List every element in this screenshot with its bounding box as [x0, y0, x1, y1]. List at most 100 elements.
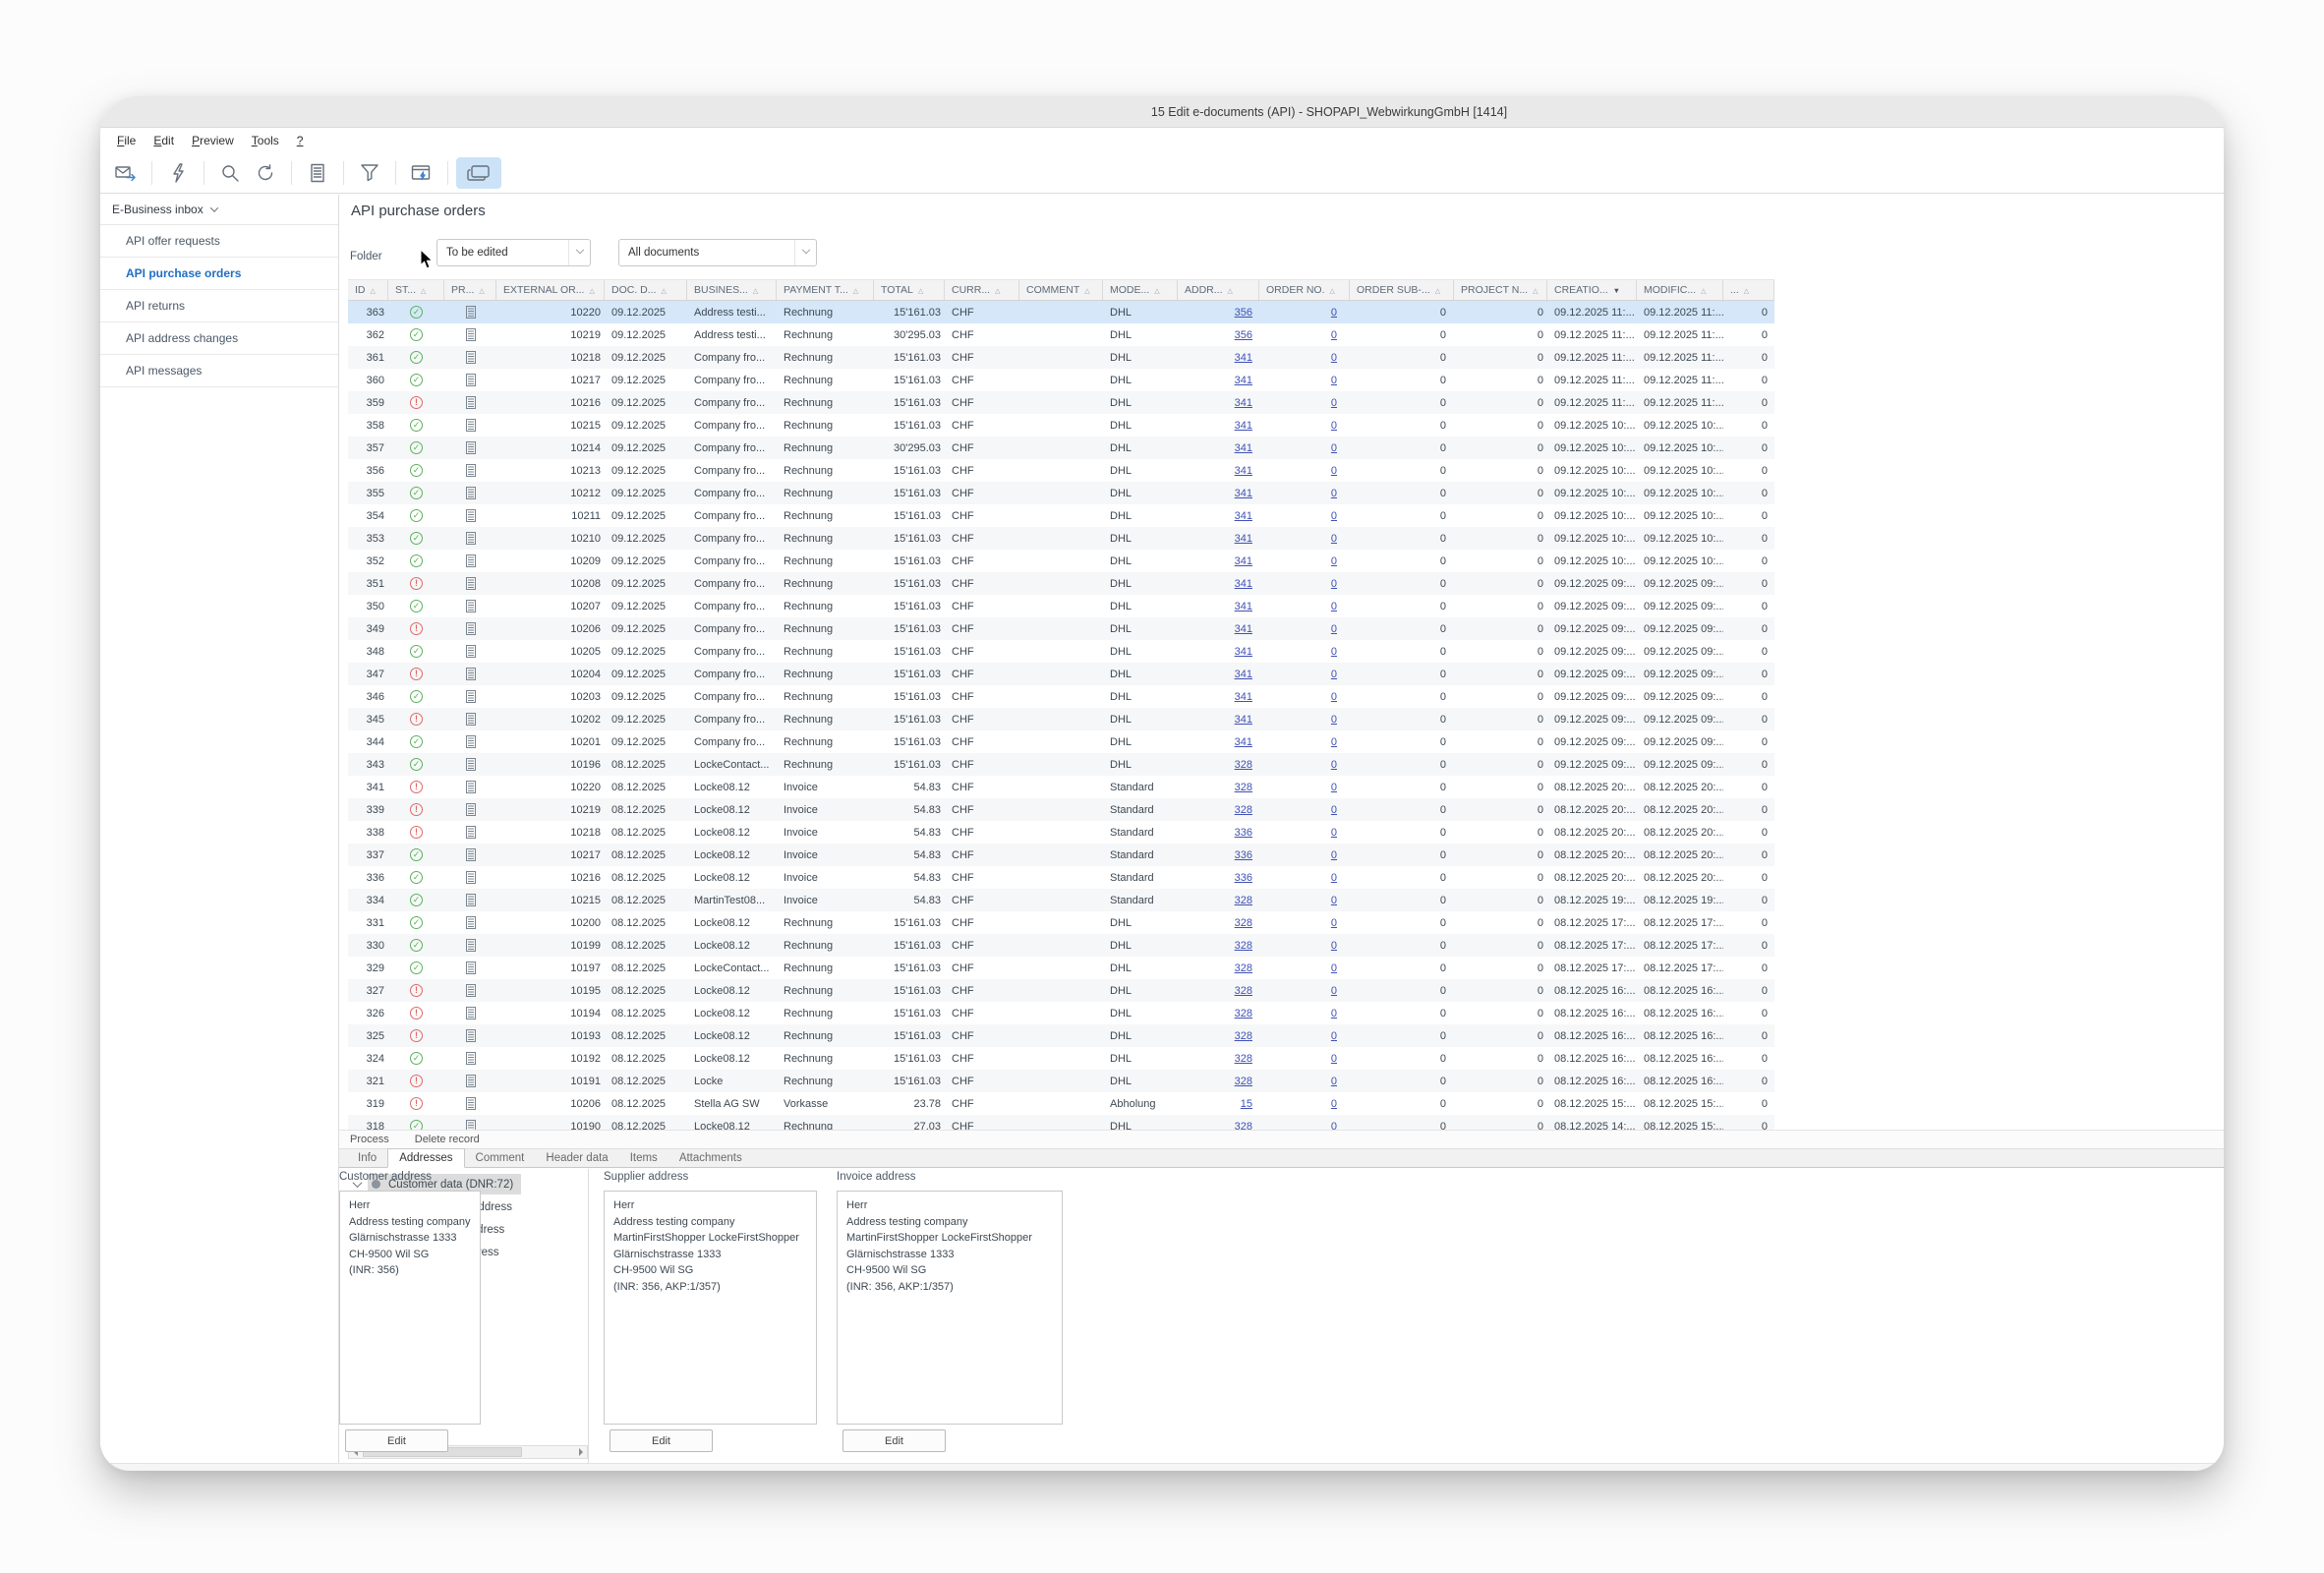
table-row[interactable]: 324 10192 08.12.2025 Locke08.12 Rechnung…	[348, 1047, 1774, 1070]
order-no-link[interactable]: 0	[1331, 1098, 1337, 1110]
column-header[interactable]: ST...	[388, 280, 444, 300]
address-link[interactable]: 341	[1235, 555, 1252, 567]
table-row[interactable]: 334 10215 08.12.2025 MartinTest08... Inv…	[348, 889, 1774, 911]
column-header[interactable]: DOC. D...	[605, 280, 687, 300]
column-header[interactable]: CREATIO...	[1547, 280, 1637, 300]
address-link[interactable]: 328	[1235, 1121, 1252, 1131]
table-row[interactable]: 355 10212 09.12.2025 Company fro... Rech…	[348, 482, 1774, 504]
address-link[interactable]: 328	[1235, 782, 1252, 793]
address-link[interactable]: 336	[1235, 827, 1252, 839]
detail-tab[interactable]: Items	[619, 1149, 668, 1167]
order-no-link[interactable]: 0	[1331, 1008, 1337, 1020]
address-link[interactable]: 341	[1235, 375, 1252, 386]
column-header[interactable]: ...	[1723, 280, 1774, 300]
table-row[interactable]: 326 10194 08.12.2025 Locke08.12 Rechnung…	[348, 1002, 1774, 1024]
order-no-link[interactable]: 0	[1331, 555, 1337, 567]
order-no-link[interactable]: 0	[1331, 691, 1337, 703]
table-row[interactable]: 330 10199 08.12.2025 Locke08.12 Rechnung…	[348, 934, 1774, 957]
table-row[interactable]: 329 10197 08.12.2025 LockeContact... Rec…	[348, 957, 1774, 979]
order-no-link[interactable]: 0	[1331, 759, 1337, 771]
column-header[interactable]: MODIFIC...	[1637, 280, 1723, 300]
address-link[interactable]: 341	[1235, 623, 1252, 635]
address-link[interactable]: 341	[1235, 488, 1252, 499]
address-link[interactable]: 356	[1235, 329, 1252, 341]
column-header[interactable]: MODE...	[1103, 280, 1178, 300]
column-header[interactable]: TOTAL	[874, 280, 945, 300]
column-header[interactable]: PAYMENT T...	[777, 280, 874, 300]
table-row[interactable]: 345 10202 09.12.2025 Company fro... Rech…	[348, 708, 1774, 730]
documents-filter-select[interactable]: All documents	[618, 239, 817, 266]
menu-item[interactable]: Preview	[183, 131, 243, 150]
address-link[interactable]: 341	[1235, 465, 1252, 477]
detail-tab[interactable]: Info	[347, 1149, 387, 1167]
table-row[interactable]: 325 10193 08.12.2025 Locke08.12 Rechnung…	[348, 1024, 1774, 1047]
table-row[interactable]: 351 10208 09.12.2025 Company fro... Rech…	[348, 572, 1774, 595]
address-link[interactable]: 341	[1235, 578, 1252, 590]
address-link[interactable]: 356	[1235, 307, 1252, 319]
table-row[interactable]: 353 10210 09.12.2025 Company fro... Rech…	[348, 527, 1774, 550]
table-row[interactable]: 346 10203 09.12.2025 Company fro... Rech…	[348, 685, 1774, 708]
table-row[interactable]: 343 10196 08.12.2025 LockeContact... Rec…	[348, 753, 1774, 776]
address-link[interactable]: 341	[1235, 397, 1252, 409]
order-no-link[interactable]: 0	[1331, 442, 1337, 454]
menu-item[interactable]: Tools	[243, 131, 288, 150]
column-header[interactable]: PROJECT N...	[1454, 280, 1547, 300]
address-link[interactable]: 341	[1235, 714, 1252, 726]
order-no-link[interactable]: 0	[1331, 827, 1337, 839]
order-no-link[interactable]: 0	[1331, 1030, 1337, 1042]
address-link[interactable]: 341	[1235, 736, 1252, 748]
table-row[interactable]: 362 10219 09.12.2025 Address testi... Re…	[348, 323, 1774, 346]
report-button[interactable]	[300, 157, 335, 189]
folder-select[interactable]: To be edited	[436, 239, 591, 266]
address-link[interactable]: 341	[1235, 510, 1252, 522]
address-link[interactable]: 328	[1235, 917, 1252, 929]
order-no-link[interactable]: 0	[1331, 397, 1337, 409]
table-row[interactable]: 318 10190 08.12.2025 Locke08.12 Rechnung…	[348, 1115, 1774, 1130]
table-row[interactable]: 352 10209 09.12.2025 Company fro... Rech…	[348, 550, 1774, 572]
detail-tab[interactable]: Header data	[535, 1149, 618, 1167]
process-button[interactable]: Process	[350, 1134, 389, 1145]
address-link[interactable]: 328	[1235, 895, 1252, 906]
table-row[interactable]: 358 10215 09.12.2025 Company fro... Rech…	[348, 414, 1774, 437]
order-no-link[interactable]: 0	[1331, 375, 1337, 386]
address-link[interactable]: 328	[1235, 1053, 1252, 1065]
table-row[interactable]: 349 10206 09.12.2025 Company fro... Rech…	[348, 617, 1774, 640]
table-row[interactable]: 354 10211 09.12.2025 Company fro... Rech…	[348, 504, 1774, 527]
table-row[interactable]: 344 10201 09.12.2025 Company fro... Rech…	[348, 730, 1774, 753]
table-row[interactable]: 360 10217 09.12.2025 Company fro... Rech…	[348, 369, 1774, 391]
detail-tab[interactable]: Addresses	[387, 1148, 464, 1168]
table-row[interactable]: 337 10217 08.12.2025 Locke08.12 Invoice …	[348, 844, 1774, 866]
order-no-link[interactable]: 0	[1331, 329, 1337, 341]
order-no-link[interactable]: 0	[1331, 1076, 1337, 1087]
detail-tab[interactable]: Comment	[465, 1149, 536, 1167]
address-link[interactable]: 341	[1235, 442, 1252, 454]
chevron-down-icon[interactable]	[794, 240, 816, 265]
sidebar-item[interactable]: API offer requests	[100, 225, 338, 258]
order-no-link[interactable]: 0	[1331, 488, 1337, 499]
order-no-link[interactable]: 0	[1331, 465, 1337, 477]
order-no-link[interactable]: 0	[1331, 714, 1337, 726]
order-no-link[interactable]: 0	[1331, 601, 1337, 612]
column-header[interactable]: BUSINES...	[687, 280, 777, 300]
column-header[interactable]: COMMENT	[1019, 280, 1103, 300]
address-link[interactable]: 341	[1235, 352, 1252, 364]
send-document-button[interactable]	[108, 157, 144, 189]
order-no-link[interactable]: 0	[1331, 352, 1337, 364]
edit-button[interactable]: Edit	[345, 1429, 448, 1452]
address-link[interactable]: 328	[1235, 759, 1252, 771]
order-no-link[interactable]: 0	[1331, 578, 1337, 590]
address-link[interactable]: 328	[1235, 1030, 1252, 1042]
table-row[interactable]: 357 10214 09.12.2025 Company fro... Rech…	[348, 437, 1774, 459]
order-no-link[interactable]: 0	[1331, 669, 1337, 680]
address-link[interactable]: 328	[1235, 962, 1252, 974]
edit-button[interactable]: Edit	[842, 1429, 946, 1452]
order-no-link[interactable]: 0	[1331, 804, 1337, 816]
chevron-down-icon[interactable]	[568, 240, 590, 265]
order-no-link[interactable]: 0	[1331, 307, 1337, 319]
table-row[interactable]: 363 10220 09.12.2025 Address testi... Re…	[348, 301, 1774, 323]
table-row[interactable]: 341 10220 08.12.2025 Locke08.12 Invoice …	[348, 776, 1774, 798]
table-row[interactable]: 336 10216 08.12.2025 Locke08.12 Invoice …	[348, 866, 1774, 889]
order-no-link[interactable]: 0	[1331, 849, 1337, 861]
column-header[interactable]: ADDR...	[1178, 280, 1259, 300]
address-link[interactable]: 341	[1235, 420, 1252, 432]
